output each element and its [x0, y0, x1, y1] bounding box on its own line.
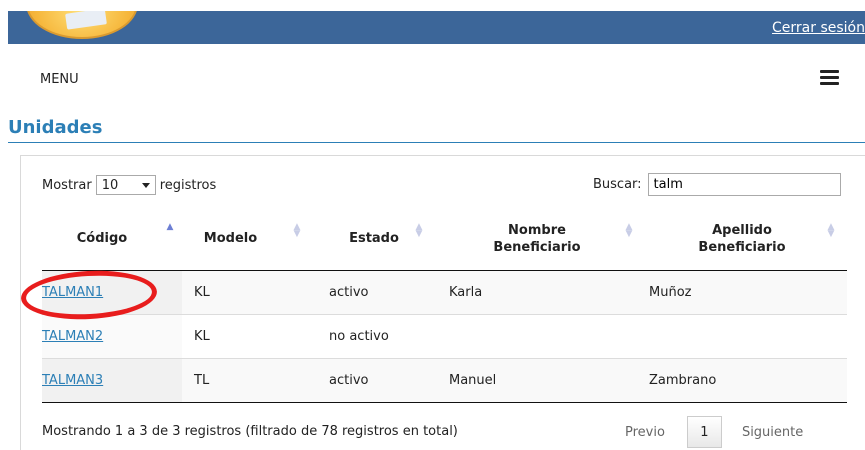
cell-modelo: KL: [182, 270, 317, 315]
page-length-value: 10: [101, 177, 119, 193]
sort-both-icon: ▲ ▼: [415, 222, 423, 239]
page-length-select[interactable]: 10: [95, 175, 156, 195]
search-input[interactable]: [647, 173, 841, 196]
cell-apellido: Zambrano: [637, 358, 847, 403]
table-row: TALMAN2 KL no activo: [42, 314, 847, 359]
cell-estado: activo: [317, 358, 437, 403]
units-table: Código ▲ Modelo ▲ ▼ Estado ▲ ▼ Nombre Bene…: [42, 208, 847, 403]
table-row: TALMAN3 TL activo Manuel Zambrano: [42, 358, 847, 403]
cell-modelo: TL: [182, 358, 317, 403]
logout-link[interactable]: Cerrar sesión: [772, 20, 865, 36]
unit-code-link[interactable]: TALMAN3: [42, 373, 103, 388]
cell-nombre: Karla: [437, 270, 637, 315]
page-1-button[interactable]: 1: [686, 416, 722, 448]
cell-codigo: TALMAN3: [42, 358, 182, 403]
title-divider: [8, 142, 865, 143]
next-page-button[interactable]: Siguiente: [742, 425, 803, 440]
cell-nombre: [437, 314, 637, 359]
table-row: TALMAN1 KL activo Karla Muñoz: [42, 270, 847, 315]
pagination: Previo 1 Siguiente: [625, 416, 803, 448]
top-header-bar: Cerrar sesión: [8, 11, 865, 44]
search-control: Buscar:: [593, 173, 841, 196]
length-suffix-label: registros: [159, 177, 217, 193]
length-prefix-label: Mostrar: [42, 177, 92, 193]
unit-code-link[interactable]: TALMAN2: [42, 329, 103, 344]
cell-apellido: [637, 314, 847, 359]
sort-ascending-icon: ▲: [166, 222, 174, 232]
table-info-text: Mostrando 1 a 3 de 3 registros (filtrado…: [42, 424, 458, 439]
menu-label: MENU: [40, 72, 79, 87]
hamburger-menu-icon[interactable]: [820, 70, 839, 86]
sort-both-icon: ▲ ▼: [293, 222, 301, 239]
column-header-estado[interactable]: Estado ▲ ▼: [317, 208, 437, 271]
column-header-nombre-beneficiario[interactable]: Nombre Beneficiario ▲ ▼: [437, 208, 637, 271]
sort-both-icon: ▲ ▼: [827, 222, 835, 239]
cell-estado: no activo: [317, 314, 437, 359]
column-header-apellido-beneficiario[interactable]: Apellido Beneficiario ▲ ▼: [637, 208, 847, 271]
chevron-down-icon: [141, 183, 150, 188]
cell-apellido: Muñoz: [637, 270, 847, 315]
cell-estado: activo: [317, 270, 437, 315]
app-logo: [26, 11, 138, 39]
column-header-modelo[interactable]: Modelo ▲ ▼: [182, 208, 317, 271]
cell-codigo: TALMAN2: [42, 314, 182, 359]
sort-both-icon: ▲ ▼: [625, 222, 633, 239]
page-title: Unidades: [8, 117, 103, 138]
cell-modelo: KL: [182, 314, 317, 359]
previous-page-button[interactable]: Previo: [625, 425, 665, 440]
page-length-control: Mostrar 10 registros: [42, 175, 216, 195]
column-header-codigo[interactable]: Código ▲: [42, 208, 182, 271]
cell-nombre: Manuel: [437, 358, 637, 403]
search-label: Buscar:: [593, 177, 642, 192]
